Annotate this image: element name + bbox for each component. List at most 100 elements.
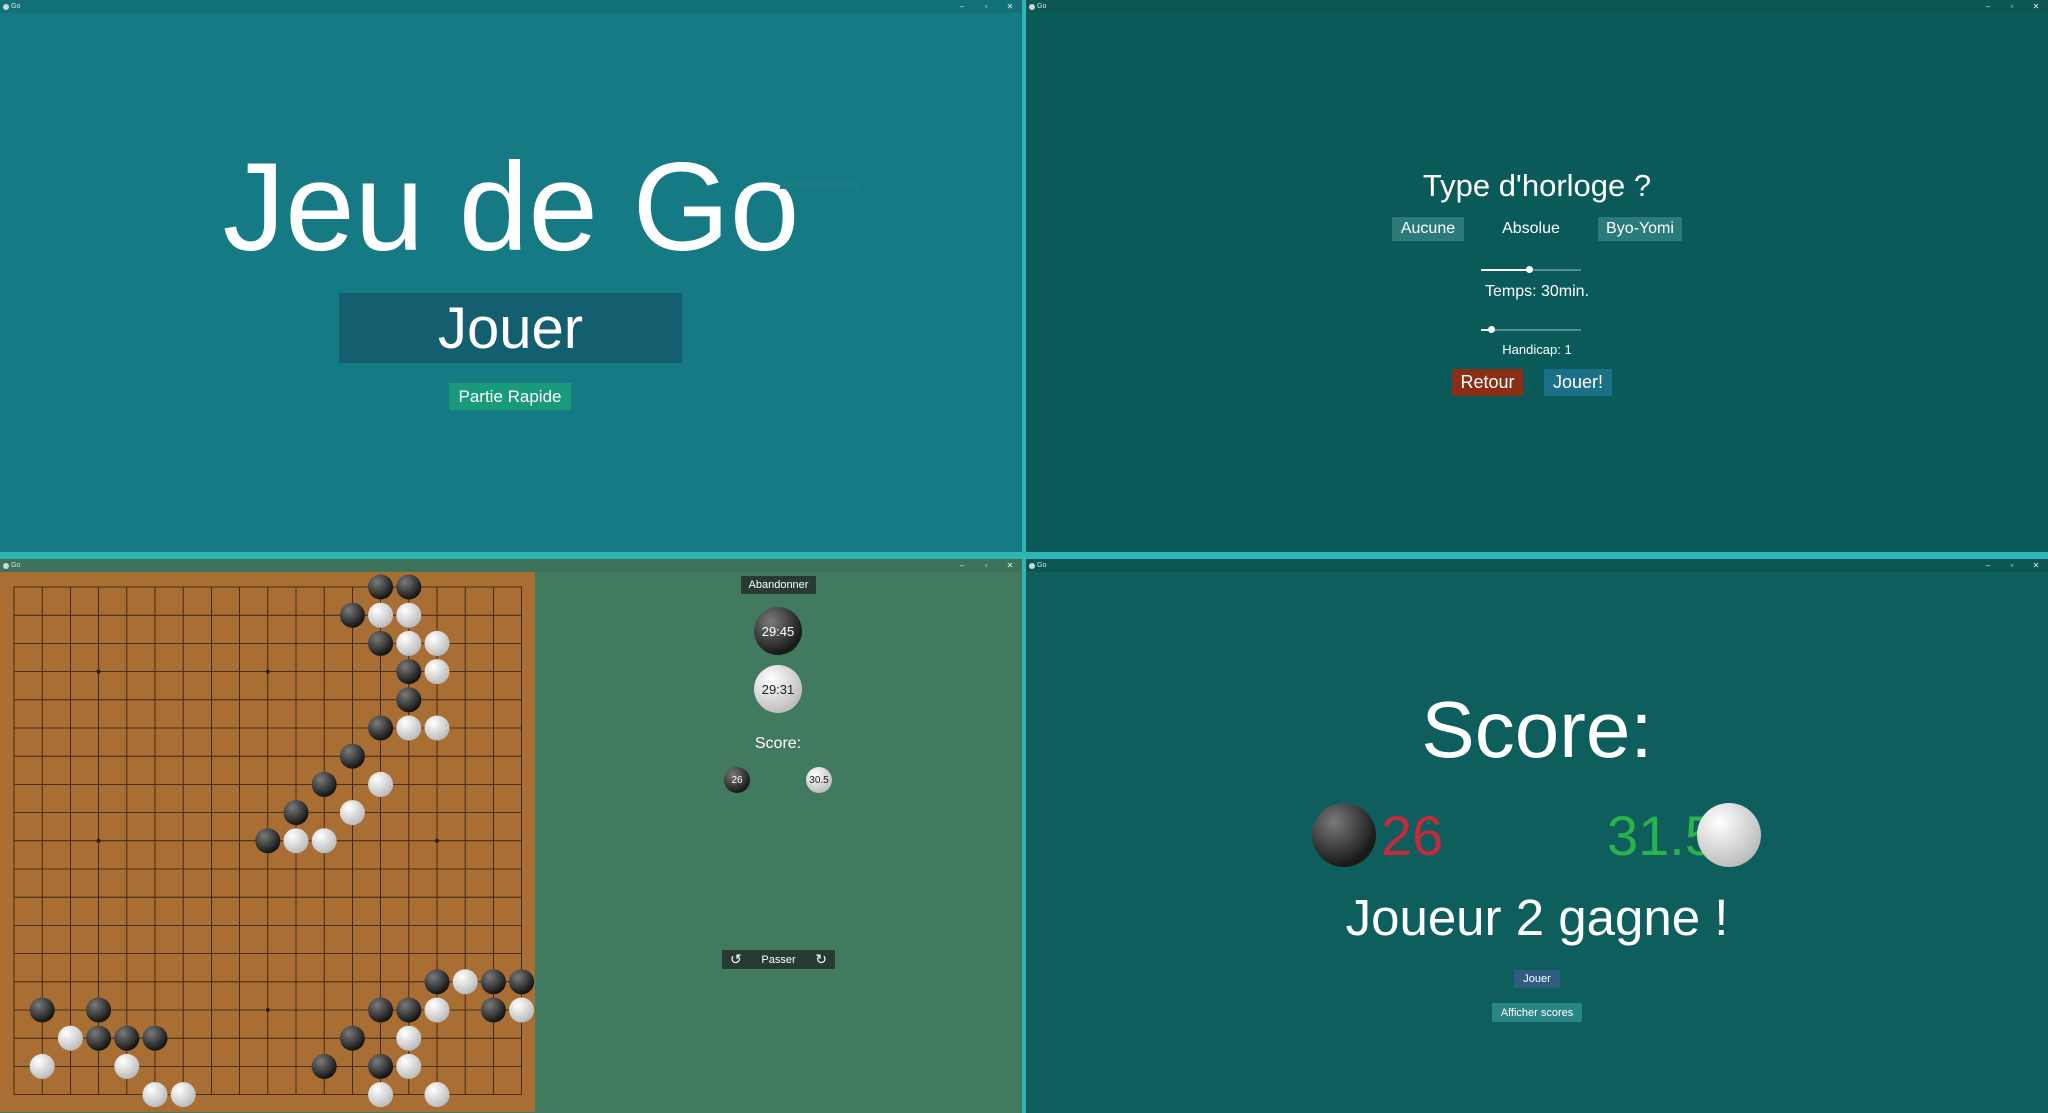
- close-icon[interactable]: ✕: [998, 559, 1022, 572]
- black-stone[interactable]: [311, 1053, 337, 1079]
- close-icon[interactable]: ✕: [2024, 0, 2048, 13]
- maximize-icon[interactable]: ▫: [2000, 0, 2024, 13]
- white-stone[interactable]: [311, 828, 337, 854]
- go-board[interactable]: [0, 572, 535, 1112]
- slider-thumb[interactable]: [1526, 266, 1533, 273]
- white-stone[interactable]: [368, 602, 394, 628]
- black-stone[interactable]: [311, 771, 337, 797]
- white-stone[interactable]: [170, 1082, 196, 1108]
- slider-thumb[interactable]: [1488, 326, 1495, 333]
- titlebar: Go – ▫ ✕: [1026, 0, 2048, 13]
- black-stone[interactable]: [396, 687, 422, 713]
- white-clock: 29:31: [754, 665, 802, 713]
- black-stone[interactable]: [29, 997, 55, 1023]
- score-label: Score:: [754, 735, 802, 752]
- white-stone[interactable]: [424, 659, 450, 685]
- time-slider[interactable]: [1481, 265, 1581, 275]
- clock-type-question: Type d'horloge ?: [1422, 168, 1652, 203]
- white-stone[interactable]: [396, 630, 422, 656]
- black-stone[interactable]: [283, 800, 309, 826]
- app-icon: [1029, 562, 1035, 569]
- black-stone[interactable]: [86, 997, 112, 1023]
- white-stone[interactable]: [424, 630, 450, 656]
- black-stone[interactable]: [509, 969, 535, 995]
- white-stone[interactable]: [396, 715, 422, 741]
- slider-fill: [1481, 269, 1529, 271]
- time-label: Temps: 30min.: [1484, 283, 1590, 300]
- white-stone[interactable]: [396, 602, 422, 628]
- white-stone[interactable]: [424, 715, 450, 741]
- white-stone[interactable]: [57, 1025, 83, 1051]
- white-stone[interactable]: [368, 1082, 394, 1108]
- white-stone[interactable]: [142, 1082, 168, 1108]
- replay-button[interactable]: Jouer: [1514, 970, 1560, 988]
- menu-window: Go – ▫ ✕ Jeu de Go Jouer Partie Rapide: [0, 0, 1022, 552]
- close-icon[interactable]: ✕: [2024, 559, 2048, 572]
- app-icon: [3, 562, 9, 569]
- minimize-icon[interactable]: –: [950, 559, 974, 572]
- black-stone[interactable]: [114, 1025, 140, 1051]
- white-stone[interactable]: [114, 1053, 140, 1079]
- black-stone[interactable]: [368, 715, 394, 741]
- black-stone[interactable]: [255, 828, 281, 854]
- close-icon[interactable]: ✕: [998, 0, 1022, 13]
- white-stone[interactable]: [368, 771, 394, 797]
- minimize-icon[interactable]: –: [950, 0, 974, 13]
- black-stone[interactable]: [396, 574, 422, 600]
- back-button[interactable]: Retour: [1452, 369, 1523, 396]
- abandon-button[interactable]: Abandonner: [741, 576, 816, 594]
- clock-option-byoyomi[interactable]: Byo-Yomi: [1598, 217, 1682, 241]
- white-stone[interactable]: [424, 997, 450, 1023]
- maximize-icon[interactable]: ▫: [974, 0, 998, 13]
- black-stone[interactable]: [339, 1025, 365, 1051]
- black-stone[interactable]: [396, 659, 422, 685]
- black-stone[interactable]: [339, 743, 365, 769]
- title-underline: [780, 181, 860, 189]
- black-stone[interactable]: [86, 1025, 112, 1051]
- window-title: Go: [11, 562, 21, 569]
- game-window: Go – ▫ ✕ Abandonner 29:45 29:31 Score: 2…: [0, 559, 1022, 1113]
- black-stone[interactable]: [142, 1025, 168, 1051]
- window-title: Go: [1037, 3, 1047, 10]
- white-score-badge: 30.5: [806, 767, 832, 793]
- undo-icon[interactable]: ↺: [730, 950, 742, 969]
- pass-button[interactable]: Passer: [761, 954, 795, 966]
- black-stone[interactable]: [368, 630, 394, 656]
- white-stone[interactable]: [452, 969, 478, 995]
- black-stone[interactable]: [368, 997, 394, 1023]
- slider-track: [1481, 329, 1581, 331]
- black-stone[interactable]: [368, 574, 394, 600]
- white-stone[interactable]: [339, 800, 365, 826]
- star-point: [435, 838, 439, 843]
- start-game-button[interactable]: Jouer!: [1544, 369, 1612, 396]
- maximize-icon[interactable]: ▫: [2000, 559, 2024, 572]
- white-stone[interactable]: [509, 997, 535, 1023]
- black-stone[interactable]: [396, 997, 422, 1023]
- handicap-slider[interactable]: [1481, 325, 1581, 335]
- white-stone[interactable]: [29, 1053, 55, 1079]
- white-final-score: 31.5: [1607, 804, 1716, 867]
- star-point: [265, 1008, 270, 1012]
- white-stone[interactable]: [396, 1053, 422, 1079]
- white-stone[interactable]: [396, 1025, 422, 1051]
- minimize-icon[interactable]: –: [1976, 559, 2000, 572]
- titlebar: Go – ▫ ✕: [0, 0, 1022, 13]
- white-stone[interactable]: [283, 828, 309, 854]
- black-stone[interactable]: [480, 997, 506, 1023]
- show-scores-button[interactable]: Afficher scores: [1492, 1003, 1582, 1022]
- play-button[interactable]: Jouer: [339, 293, 682, 363]
- black-score-badge: 26: [724, 767, 750, 793]
- window-title: Go: [1037, 562, 1047, 569]
- white-stone[interactable]: [424, 1082, 450, 1108]
- quick-game-button[interactable]: Partie Rapide: [449, 383, 571, 410]
- redo-icon[interactable]: ↻: [815, 950, 827, 969]
- black-stone[interactable]: [339, 602, 365, 628]
- minimize-icon[interactable]: –: [1976, 0, 2000, 13]
- white-stone-icon: [1697, 803, 1761, 867]
- clock-option-none[interactable]: Aucune: [1392, 217, 1464, 241]
- black-stone[interactable]: [424, 969, 450, 995]
- black-stone[interactable]: [480, 969, 506, 995]
- clock-option-absolute[interactable]: Absolue: [1495, 217, 1567, 241]
- black-stone[interactable]: [368, 1053, 394, 1079]
- maximize-icon[interactable]: ▫: [974, 559, 998, 572]
